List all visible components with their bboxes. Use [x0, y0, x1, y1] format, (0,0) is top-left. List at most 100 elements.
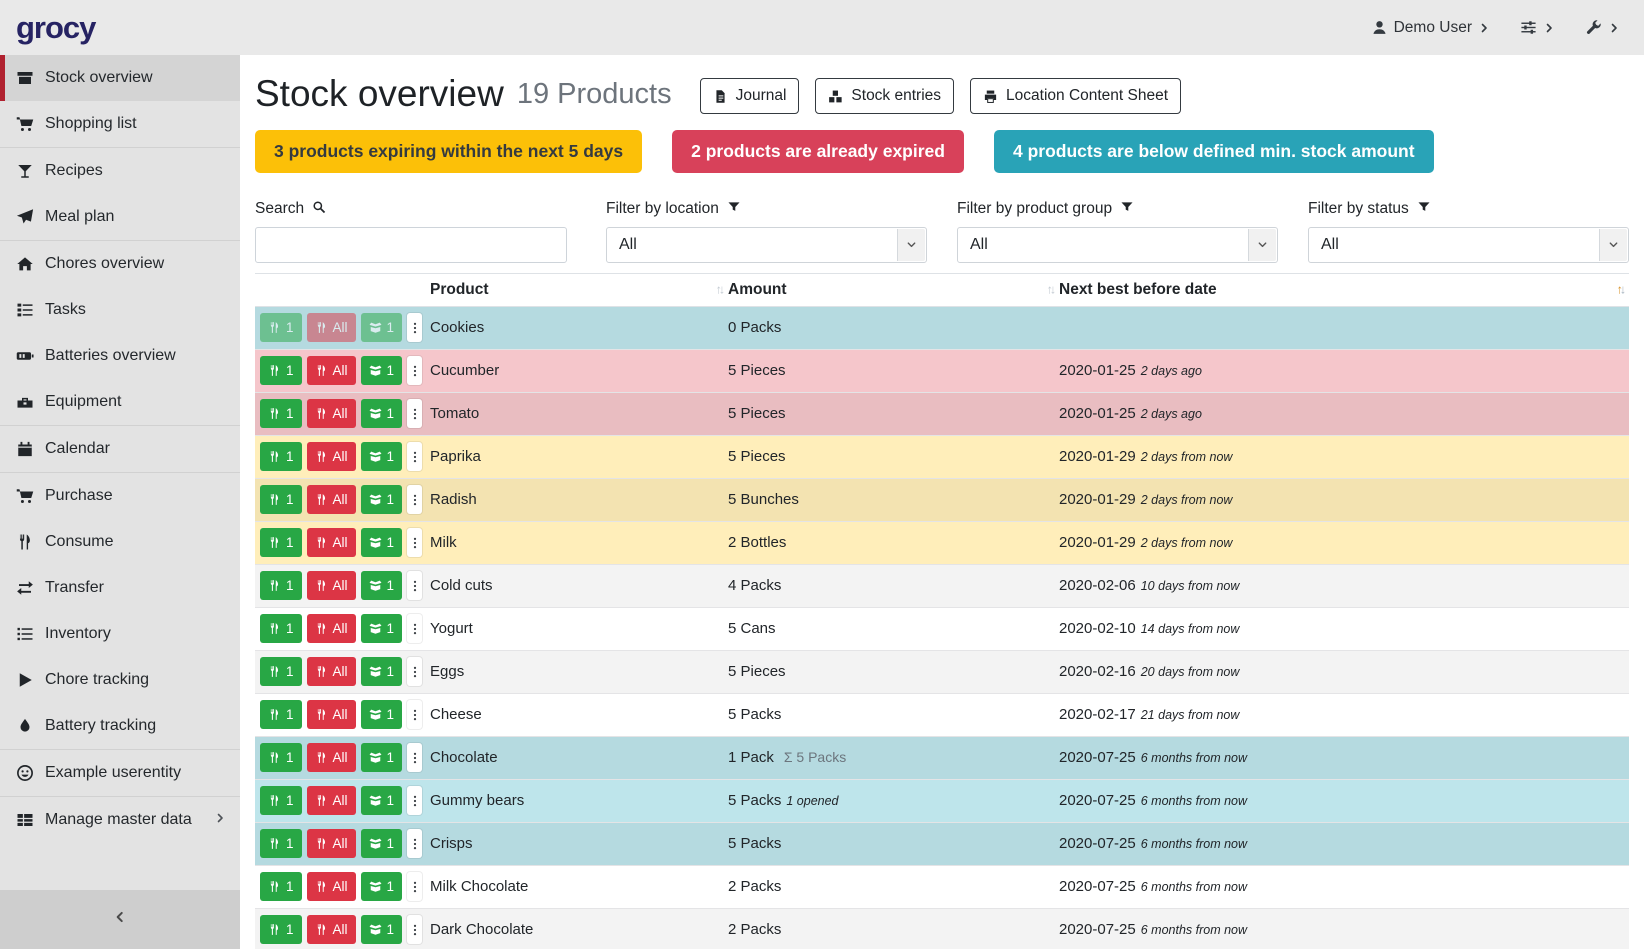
sidebar-item-consume[interactable]: Consume — [0, 519, 240, 565]
consume-all-button[interactable]: All — [307, 571, 356, 600]
consume-all-button[interactable]: All — [307, 872, 356, 901]
consume-all-button[interactable]: All — [307, 442, 356, 471]
sidebar-item-calendar[interactable]: Calendar — [0, 426, 240, 472]
location-content-sheet-button[interactable]: Location Content Sheet — [970, 78, 1181, 114]
sidebar-item-batteries-overview[interactable]: Batteries overview — [0, 333, 240, 379]
location-select[interactable]: All — [606, 227, 927, 263]
consume-all-button[interactable]: All — [307, 657, 356, 686]
sidebar-item-stock-overview[interactable]: Stock overview — [0, 55, 240, 101]
consume-all-button[interactable]: All — [307, 786, 356, 815]
settings-menu[interactable] — [1520, 19, 1555, 36]
sidebar-item-meal-plan[interactable]: Meal plan — [0, 194, 240, 240]
box-open-icon — [369, 579, 382, 592]
product-group-select[interactable]: All — [957, 227, 1278, 263]
sidebar-item-transfer[interactable]: Transfer — [0, 565, 240, 611]
consume-all-button[interactable]: All — [307, 356, 356, 385]
admin-menu[interactable] — [1585, 19, 1620, 36]
open-one-button[interactable]: 1 — [361, 313, 403, 342]
consume-one-button[interactable]: 1 — [260, 356, 302, 385]
open-one-button[interactable]: 1 — [361, 743, 403, 772]
status-pill[interactable]: 2 products are already expired — [672, 130, 964, 173]
consume-one-button[interactable]: 1 — [260, 614, 302, 643]
row-menu-button[interactable] — [407, 442, 422, 471]
open-one-button[interactable]: 1 — [361, 399, 403, 428]
open-one-button[interactable]: 1 — [361, 829, 403, 858]
consume-all-button[interactable]: All — [307, 528, 356, 557]
row-menu-button[interactable] — [407, 528, 422, 557]
sidebar-item-purchase[interactable]: Purchase — [0, 473, 240, 519]
consume-one-button[interactable]: 1 — [260, 786, 302, 815]
open-one-button[interactable]: 1 — [361, 915, 403, 944]
sidebar-item-label: Stock overview — [45, 69, 153, 87]
row-menu-button[interactable] — [407, 743, 422, 772]
row-menu-button[interactable] — [407, 915, 422, 944]
open-one-button[interactable]: 1 — [361, 571, 403, 600]
row-menu-button[interactable] — [407, 313, 422, 342]
sidebar-item-example-userentity[interactable]: Example userentity — [0, 750, 240, 796]
consume-one-button[interactable]: 1 — [260, 485, 302, 514]
sidebar-collapse-button[interactable] — [0, 890, 240, 949]
consume-all-button[interactable]: All — [307, 313, 356, 342]
row-menu-button[interactable] — [407, 356, 422, 385]
consume-one-button[interactable]: 1 — [260, 743, 302, 772]
open-one-button[interactable]: 1 — [361, 700, 403, 729]
open-one-button[interactable]: 1 — [361, 528, 403, 557]
sidebar-item-tasks[interactable]: Tasks — [0, 287, 240, 333]
status-select[interactable]: All — [1308, 227, 1629, 263]
consume-one-button[interactable]: 1 — [260, 528, 302, 557]
sidebar-item-chores-overview[interactable]: Chores overview — [0, 241, 240, 287]
sidebar-item-recipes[interactable]: Recipes — [0, 148, 240, 194]
status-pill[interactable]: 3 products expiring within the next 5 da… — [255, 130, 642, 173]
consume-all-button[interactable]: All — [307, 829, 356, 858]
consume-one-button[interactable]: 1 — [260, 829, 302, 858]
sidebar-item-battery-tracking[interactable]: Battery tracking — [0, 703, 240, 749]
sidebar-item-equipment[interactable]: Equipment — [0, 379, 240, 425]
row-menu-button[interactable] — [407, 829, 422, 858]
sidebar-item-inventory[interactable]: Inventory — [0, 611, 240, 657]
consume-all-button[interactable]: All — [307, 700, 356, 729]
consume-one-button[interactable]: 1 — [260, 399, 302, 428]
status-pill[interactable]: 4 products are below defined min. stock … — [994, 130, 1434, 173]
row-menu-button[interactable] — [407, 571, 422, 600]
open-one-button[interactable]: 1 — [361, 786, 403, 815]
consume-one-button[interactable]: 1 — [260, 313, 302, 342]
consume-one-button[interactable]: 1 — [260, 442, 302, 471]
row-menu-button[interactable] — [407, 485, 422, 514]
open-one-button[interactable]: 1 — [361, 356, 403, 385]
open-one-button[interactable]: 1 — [361, 872, 403, 901]
consume-one-button[interactable]: 1 — [260, 915, 302, 944]
stock-entries-button[interactable]: Stock entries — [815, 78, 954, 114]
row-menu-button[interactable] — [407, 399, 422, 428]
consume-all-button[interactable]: All — [307, 614, 356, 643]
consume-one-button[interactable]: 1 — [260, 657, 302, 686]
consume-all-button[interactable]: All — [307, 399, 356, 428]
sidebar-item-shopping-list[interactable]: Shopping list — [0, 101, 240, 147]
open-one-button[interactable]: 1 — [361, 442, 403, 471]
product-group-filter-label: Filter by product group — [957, 200, 1278, 219]
col-amount[interactable]: Amount ↑↓ — [728, 273, 1059, 306]
open-one-button[interactable]: 1 — [361, 657, 403, 686]
open-one-button[interactable]: 1 — [361, 614, 403, 643]
col-next-best-before-date[interactable]: Next best before date ↑↓ — [1059, 273, 1629, 306]
row-menu-button[interactable] — [407, 786, 422, 815]
row-menu-button[interactable] — [407, 657, 422, 686]
consume-one-button[interactable]: 1 — [260, 700, 302, 729]
journal-button[interactable]: Journal — [700, 78, 800, 114]
sidebar-item-chore-tracking[interactable]: Chore tracking — [0, 657, 240, 703]
row-menu-button[interactable] — [407, 872, 422, 901]
search-input[interactable] — [255, 227, 567, 263]
app-logo[interactable]: grocy — [16, 10, 95, 46]
consume-one-button[interactable]: 1 — [260, 872, 302, 901]
row-menu-button[interactable] — [407, 700, 422, 729]
consume-one-button[interactable]: 1 — [260, 571, 302, 600]
consume-all-button[interactable]: All — [307, 485, 356, 514]
user-menu[interactable]: Demo User — [1371, 19, 1490, 37]
topbar-menus: Demo User — [1371, 19, 1620, 37]
row-menu-button[interactable] — [407, 614, 422, 643]
consume-all-button[interactable]: All — [307, 915, 356, 944]
consume-all-button[interactable]: All — [307, 743, 356, 772]
col-product[interactable]: Product ↑↓ — [430, 273, 728, 306]
utensils-icon — [268, 794, 281, 807]
open-one-button[interactable]: 1 — [361, 485, 403, 514]
sidebar-item-manage-master-data[interactable]: Manage master data — [0, 797, 240, 843]
